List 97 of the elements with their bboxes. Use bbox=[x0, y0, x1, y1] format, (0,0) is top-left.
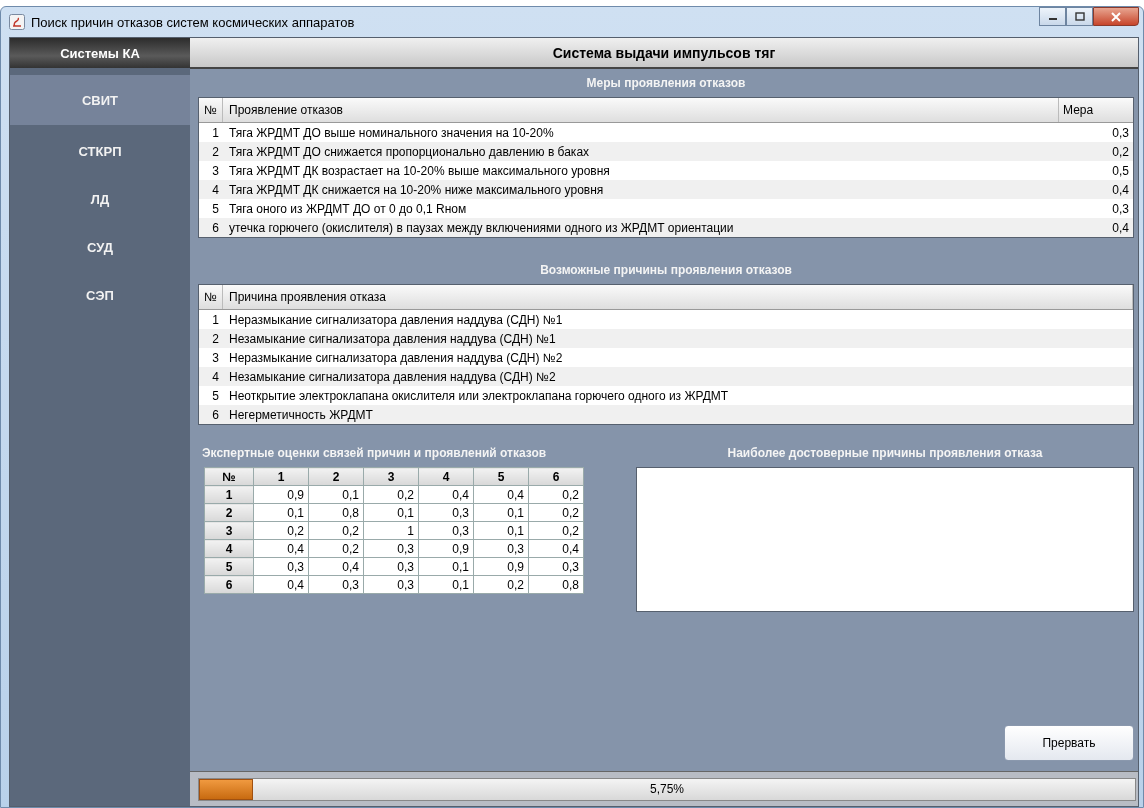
table-cell: 0,2 bbox=[528, 503, 584, 522]
table-cell: 0,9 bbox=[253, 485, 309, 504]
table-cell: 0,3 bbox=[308, 575, 364, 594]
table-cell-text: Тяга ЖРДМТ ДО снижается пропорционально давлению в баках bbox=[228, 144, 591, 159]
table-cell: 0,3 bbox=[473, 539, 529, 558]
table-cell: 1 bbox=[363, 521, 419, 540]
table-cell: 0,3 bbox=[418, 521, 474, 540]
table-cell: 0,3 bbox=[253, 557, 309, 576]
sidebar-item[interactable]: СТКРП bbox=[10, 127, 190, 175]
table-cell-text: 0,4 bbox=[1111, 220, 1130, 235]
column-header[interactable]: № bbox=[199, 98, 223, 122]
table-cell-text: 5 bbox=[211, 388, 220, 403]
column-header: 2 bbox=[308, 467, 364, 486]
table-cell-text: 0,4 bbox=[1111, 182, 1130, 197]
table-cell-text: Тяга ЖРДМТ ДО выше номинального значения на 10-20% bbox=[228, 125, 555, 140]
maximize-button[interactable] bbox=[1066, 7, 1093, 26]
sidebar-title: Системы КА bbox=[10, 38, 190, 68]
table-cell-text: Тяга ЖРДМТ ДК снижается на 10-20% ниже максимального уровня bbox=[228, 182, 605, 197]
table-cell: 0,2 bbox=[473, 575, 529, 594]
table-cell: 0,8 bbox=[528, 575, 584, 594]
column-header: 5 bbox=[473, 467, 529, 486]
table-cell-text: 2 bbox=[211, 331, 220, 346]
table-cell-text: 1 bbox=[211, 125, 220, 140]
table-cell: 0,8 bbox=[308, 503, 364, 522]
table-cell: 0,1 bbox=[363, 503, 419, 522]
table-cell-text: Тяга ЖРДМТ ДК возрастает на 10-20% выше максимального уровня bbox=[228, 163, 611, 178]
abort-button[interactable]: Прервать bbox=[1004, 725, 1134, 761]
table-cell-text: 6 bbox=[211, 220, 220, 235]
table-cell: 0,2 bbox=[308, 539, 364, 558]
column-header: № bbox=[204, 467, 254, 486]
column-header: 1 bbox=[253, 467, 309, 486]
close-icon bbox=[1110, 11, 1122, 22]
table-cell-text: 0,3 bbox=[1111, 201, 1130, 216]
table-cell-text: 1 bbox=[211, 312, 220, 327]
column-header[interactable]: Проявление отказов bbox=[223, 98, 1059, 122]
section-title: Меры проявления отказов bbox=[585, 75, 747, 92]
table-cell: 0,3 bbox=[363, 539, 419, 558]
table-cell: 0,1 bbox=[418, 575, 474, 594]
table-cell: 0,2 bbox=[528, 521, 584, 540]
app-icon bbox=[9, 14, 25, 30]
table-cell: 0,1 bbox=[418, 557, 474, 576]
table-cell-text: 0,5 bbox=[1111, 163, 1130, 178]
close-button[interactable] bbox=[1093, 7, 1139, 26]
sidebar-item[interactable]: СУД bbox=[10, 223, 190, 271]
table-cell-text: Негерметичность ЖРДМТ bbox=[228, 407, 374, 422]
table-cell: 0,2 bbox=[308, 521, 364, 540]
table-cell: 0,9 bbox=[473, 557, 529, 576]
table-cell-text: 0,3 bbox=[1111, 125, 1130, 140]
table-cell: 0,4 bbox=[253, 575, 309, 594]
table-cell-text: 4 bbox=[211, 182, 220, 197]
table-cell: 0,1 bbox=[308, 485, 364, 504]
table-cell-text: 0,2 bbox=[1111, 144, 1130, 159]
header-title: Система выдачи импульсов тяг bbox=[552, 44, 776, 61]
table-cell-text: 2 bbox=[211, 144, 220, 159]
column-header[interactable]: № bbox=[199, 285, 223, 309]
table-cell-text: Неоткрытие электроклапана окислителя или электроклапана горючего одного из ЖРДМТ bbox=[228, 388, 730, 403]
section-title: Экспертные оценки связей причин и проявлений отказов bbox=[201, 445, 548, 462]
column-header: 4 bbox=[418, 467, 474, 486]
table-cell-text: Неразмыкание сигнализатора давления наддува (СДН) №1 bbox=[228, 312, 564, 327]
table-cell-text: Незамыкание сигнализатора давления наддува (СДН) №2 bbox=[228, 369, 557, 384]
table-cell-text: утечка горючего (окислителя) в паузах между включениями одного из ЖРДМТ ориентации bbox=[228, 220, 735, 235]
table-cell-text: Неразмыкание сигнализатора давления наддува (СДН) №2 bbox=[228, 350, 564, 365]
table-cell: 0,3 bbox=[363, 575, 419, 594]
column-header: 3 bbox=[363, 467, 419, 486]
maximize-icon bbox=[1074, 12, 1085, 21]
table-cell: 0,2 bbox=[363, 485, 419, 504]
column-header[interactable]: Мера bbox=[1059, 98, 1133, 122]
table-cell-text: 3 bbox=[211, 163, 220, 178]
section-title: Наиболее достоверные причины проявления отказа bbox=[726, 445, 1044, 462]
table-cell: 0,4 bbox=[253, 539, 309, 558]
table-cell: 0,1 bbox=[473, 503, 529, 522]
table-cell-text: 5 bbox=[211, 201, 220, 216]
sidebar-item[interactable]: ЛД bbox=[10, 175, 190, 223]
column-header: 6 bbox=[528, 467, 584, 486]
table-cell: 0,2 bbox=[528, 485, 584, 504]
table-cell: 0,4 bbox=[473, 485, 529, 504]
table-cell: 0,1 bbox=[473, 521, 529, 540]
section-title: Возможные причины проявления отказов bbox=[539, 262, 793, 279]
table-cell: 0,3 bbox=[363, 557, 419, 576]
table-cell: 0,9 bbox=[418, 539, 474, 558]
table-cell: 0,4 bbox=[528, 539, 584, 558]
table-cell: 0,4 bbox=[418, 485, 474, 504]
table-cell: 0,3 bbox=[418, 503, 474, 522]
table-cell-text: Тяга оного из ЖРДМТ ДО от 0 до 0,1 Rном bbox=[228, 201, 468, 216]
minimize-button[interactable] bbox=[1039, 7, 1066, 26]
column-header[interactable]: Причина проявления отказа bbox=[223, 285, 1133, 309]
window-title: Поиск причин отказов систем космических аппаратов bbox=[31, 14, 355, 30]
table-cell: 0,4 bbox=[308, 557, 364, 576]
table-cell: 0,3 bbox=[528, 557, 584, 576]
table-cell-text: 3 bbox=[211, 350, 220, 365]
table-cell-text: Незамыкание сигнализатора давления наддува (СДН) №1 bbox=[228, 331, 557, 346]
table-cell: 0,2 bbox=[253, 521, 309, 540]
progress-reading: 5,75% bbox=[650, 782, 684, 796]
table-cell: 0,1 bbox=[253, 503, 309, 522]
table-cell-text: 6 bbox=[211, 407, 220, 422]
sidebar-item[interactable]: СЭП bbox=[10, 271, 190, 319]
table-cell-text: 4 bbox=[211, 369, 220, 384]
